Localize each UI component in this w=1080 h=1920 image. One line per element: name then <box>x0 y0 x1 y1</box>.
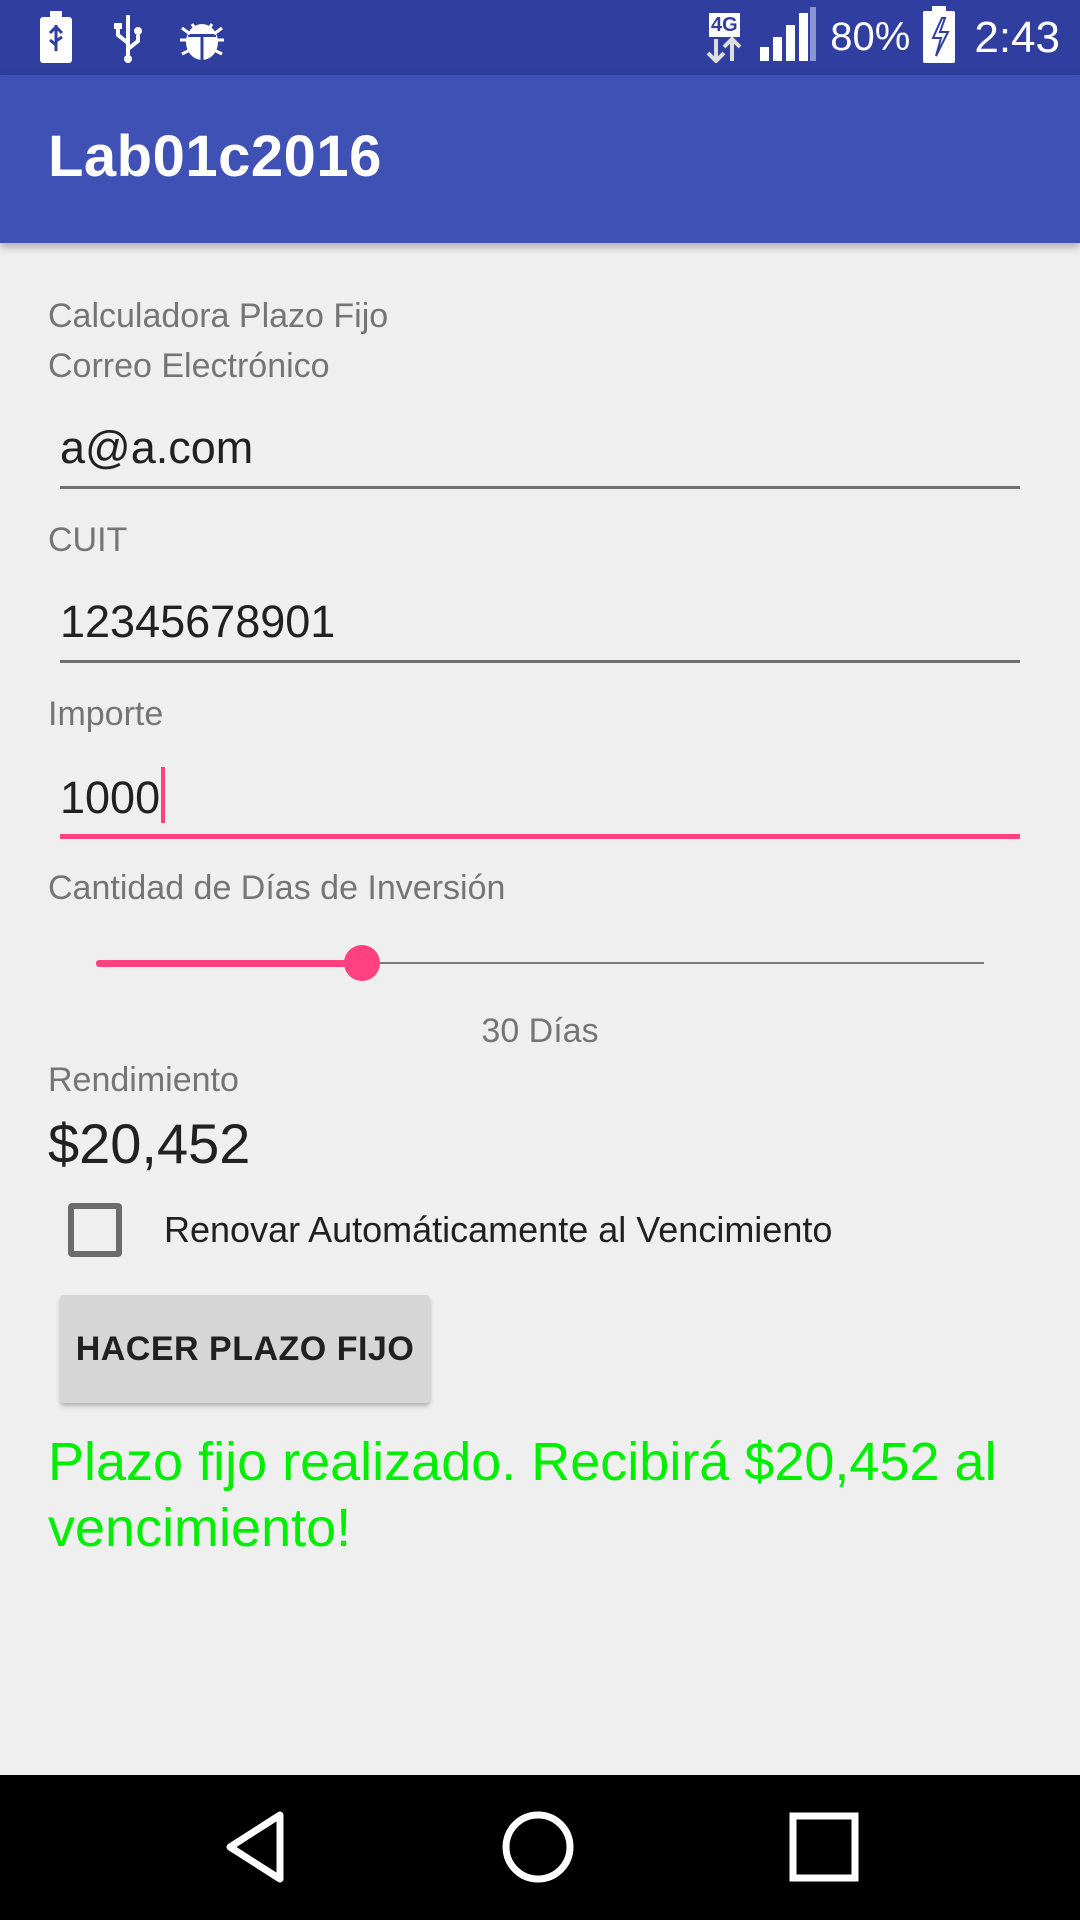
back-icon[interactable] <box>206 1797 306 1897</box>
network-type: 4G <box>708 12 740 37</box>
renew-checkbox[interactable] <box>68 1203 122 1257</box>
cuit-label: CUIT <box>48 521 128 559</box>
text-cursor <box>161 767 166 823</box>
signal-icon <box>758 7 818 68</box>
usb-icon <box>108 10 148 66</box>
importe-label: Importe <box>48 695 164 733</box>
rendimiento-value: $20,452 <box>48 1112 251 1175</box>
battery-charging-icon <box>922 6 956 69</box>
email-value: a@a.com <box>60 422 254 473</box>
renew-label: Renovar Automáticamente al Vencimiento <box>164 1209 833 1250</box>
app-bar: Lab01c2016 <box>0 75 1080 243</box>
importe-field[interactable]: 1000 <box>60 759 1020 839</box>
slider-thumb[interactable] <box>344 945 380 981</box>
usb-battery-icon <box>34 10 78 66</box>
renew-checkbox-row[interactable]: Renovar Automáticamente al Vencimiento <box>68 1201 832 1259</box>
slider-progress <box>96 960 362 967</box>
bug-icon <box>174 10 230 66</box>
hacer-plazo-fijo-button[interactable]: HACER PLAZO FIJO <box>60 1295 430 1403</box>
email-label: Correo Electrónico <box>48 347 330 385</box>
main-content: Calculadora Plazo Fijo Correo Electrónic… <box>0 243 1080 1775</box>
app-title: Lab01c2016 <box>48 124 382 189</box>
result-message: Plazo fijo realizado. Recibirá $20,452 a… <box>48 1432 997 1558</box>
status-right-group: 4G 80% 2:43 <box>702 0 1060 75</box>
days-slider[interactable] <box>96 938 984 988</box>
battery-percent: 80% <box>830 15 911 59</box>
days-label: Cantidad de Días de Inversión <box>48 869 506 907</box>
recents-icon[interactable] <box>774 1797 874 1897</box>
rendimiento-label: Rendimiento <box>48 1061 239 1099</box>
cuit-value: 12345678901 <box>60 596 336 647</box>
clock: 2:43 <box>974 12 1060 62</box>
navigation-bar <box>0 1775 1080 1920</box>
cuit-field[interactable]: 12345678901 <box>60 583 1020 663</box>
importe-value: 1000 <box>60 772 161 823</box>
form-heading: Calculadora Plazo Fijo <box>48 297 389 335</box>
days-value: 30 Días <box>481 1012 599 1050</box>
status-bar: 4G 80% 2:43 <box>0 0 1080 75</box>
email-field[interactable]: a@a.com <box>60 409 1020 489</box>
network-4g-icon: 4G <box>702 12 746 63</box>
home-icon[interactable] <box>488 1797 588 1897</box>
